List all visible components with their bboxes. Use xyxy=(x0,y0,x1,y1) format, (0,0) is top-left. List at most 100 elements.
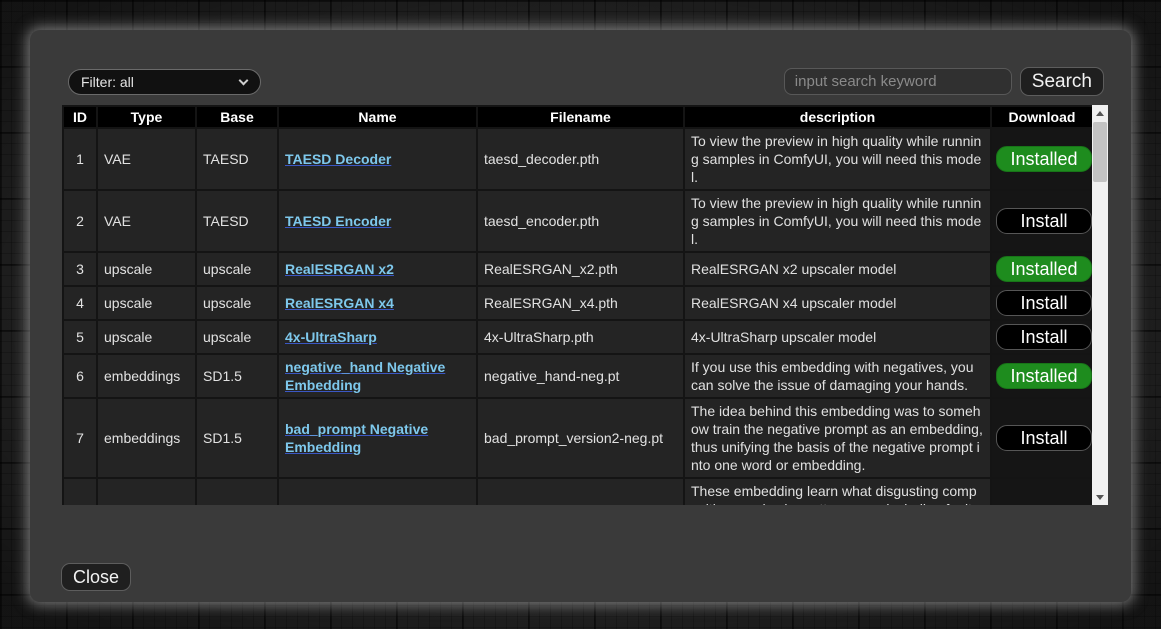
column-header: Filename xyxy=(477,106,684,128)
cell-download: Installed xyxy=(991,354,1093,398)
table-row: 7embeddingsSD1.5bad_prompt Negative Embe… xyxy=(63,398,1093,478)
cell-base: upscale xyxy=(196,286,278,320)
table-scrollbar[interactable] xyxy=(1092,105,1108,505)
column-header: Base xyxy=(196,106,278,128)
cell-base: SD1.5 xyxy=(196,398,278,478)
table-row: 4upscaleupscaleRealESRGAN x4RealESRGAN_x… xyxy=(63,286,1093,320)
cell-filename: taesd_encoder.pth xyxy=(477,190,684,252)
cell-id: 4 xyxy=(63,286,97,320)
cell-download: Installed xyxy=(991,128,1093,190)
cell-download: Install xyxy=(991,398,1093,478)
cell-name: 4x-UltraSharp xyxy=(278,320,477,354)
cell-description: These embedding learn what disgusting co… xyxy=(684,478,991,505)
cell-type xyxy=(97,478,196,505)
scroll-down-button[interactable] xyxy=(1092,489,1108,505)
model-link[interactable]: TAESD Decoder xyxy=(285,151,391,167)
cell-base: upscale xyxy=(196,320,278,354)
search-group: Search xyxy=(784,67,1104,96)
cell-id xyxy=(63,478,97,505)
model-link[interactable]: RealESRGAN x4 xyxy=(285,295,394,311)
table-row: 6embeddingsSD1.5negative_hand Negative E… xyxy=(63,354,1093,398)
cell-download: Install xyxy=(991,190,1093,252)
scroll-down-icon xyxy=(1096,495,1104,500)
column-header: ID xyxy=(63,106,97,128)
installed-button[interactable]: Installed xyxy=(996,363,1092,389)
table-header-row: IDTypeBaseNameFilenamedescriptionDownloa… xyxy=(63,106,1093,128)
cell-download xyxy=(991,478,1093,505)
cell-type: upscale xyxy=(97,286,196,320)
scroll-up-icon xyxy=(1096,111,1104,116)
cell-filename: bad_prompt_version2-neg.pt xyxy=(477,398,684,478)
cell-base: TAESD xyxy=(196,190,278,252)
cell-id: 5 xyxy=(63,320,97,354)
cell-description: RealESRGAN x2 upscaler model xyxy=(684,252,991,286)
cell-filename: taesd_decoder.pth xyxy=(477,128,684,190)
cell-base: SD1.5 xyxy=(196,354,278,398)
models-table-viewport: IDTypeBaseNameFilenamedescriptionDownloa… xyxy=(62,105,1108,505)
install-models-dialog: Filter: all Search IDTypeBaseNameFilenam… xyxy=(30,30,1131,602)
table-body: 1VAETAESDTAESD Decodertaesd_decoder.pthT… xyxy=(63,128,1093,505)
cell-download: Installed xyxy=(991,252,1093,286)
cell-name: TAESD Decoder xyxy=(278,128,477,190)
close-button[interactable]: Close xyxy=(61,563,131,591)
table-row: 1VAETAESD TAESD Decoder taesd_decoder.pthT… xyxy=(63,128,1093,190)
cell-type: upscale xyxy=(97,252,196,286)
install-button[interactable]: Install xyxy=(996,208,1092,234)
cell-id: 7 xyxy=(63,398,97,478)
model-link[interactable]: 4x-UltraSharp xyxy=(285,329,377,345)
cell-id: 6 xyxy=(63,354,97,398)
column-header: Download xyxy=(991,106,1093,128)
installed-button[interactable]: Installed xyxy=(996,256,1092,282)
table-row: 2VAETAESDTAESD Encodertaesd_encoder.pthT… xyxy=(63,190,1093,252)
cell-description: RealESRGAN x4 upscaler model xyxy=(684,286,991,320)
cell-name xyxy=(278,478,477,505)
model-link[interactable]: TAESD Encoder xyxy=(285,213,391,229)
cell-description: 4x-UltraSharp upscaler model xyxy=(684,320,991,354)
cell-description: If you use this embedding with negatives… xyxy=(684,354,991,398)
cell-base: TAESD xyxy=(196,128,278,190)
cell-name: bad_prompt Negative Embedding xyxy=(278,398,477,478)
install-button[interactable]: Install xyxy=(996,324,1092,350)
cell-name: TAESD Encoder xyxy=(278,190,477,252)
cell-description: To view the preview in high quality whil… xyxy=(684,128,991,190)
table-row: 5upscaleupscale4x-UltraSharp4x-UltraShar… xyxy=(63,320,1093,354)
install-button[interactable]: Install xyxy=(996,425,1092,451)
cell-base xyxy=(196,478,278,505)
cell-id: 3 xyxy=(63,252,97,286)
cell-type: embeddings xyxy=(97,354,196,398)
cell-description: To view the preview in high quality whil… xyxy=(684,190,991,252)
scroll-up-button[interactable] xyxy=(1092,105,1108,121)
cell-filename: negative_hand-neg.pt xyxy=(477,354,684,398)
column-header: Name xyxy=(278,106,477,128)
scrollbar-thumb[interactable] xyxy=(1093,122,1107,182)
table-row: 3upscaleupscaleRealESRGAN x2RealESRGAN_x… xyxy=(63,252,1093,286)
column-header: description xyxy=(684,106,991,128)
cell-name: RealESRGAN x4 xyxy=(278,286,477,320)
cell-filename: 4x-UltraSharp.pth xyxy=(477,320,684,354)
installed-button[interactable]: Installed xyxy=(996,146,1092,172)
model-link[interactable]: bad_prompt Negative Embedding xyxy=(285,421,428,455)
cell-base: upscale xyxy=(196,252,278,286)
cell-name: RealESRGAN x2 xyxy=(278,252,477,286)
cell-filename: RealESRGAN_x2.pth xyxy=(477,252,684,286)
cell-type: embeddings xyxy=(97,398,196,478)
model-link[interactable]: negative_hand Negative Embedding xyxy=(285,359,445,393)
cell-type: VAE xyxy=(97,128,196,190)
search-input[interactable] xyxy=(784,68,1012,95)
cell-type: VAE xyxy=(97,190,196,252)
dialog-toolbar: Filter: all Search xyxy=(68,67,1104,96)
cell-description: The idea behind this embedding was to so… xyxy=(684,398,991,478)
model-link[interactable]: RealESRGAN x2 xyxy=(285,261,394,277)
cell-id: 1 xyxy=(63,128,97,190)
search-button[interactable]: Search xyxy=(1020,67,1104,96)
cell-download: Install xyxy=(991,320,1093,354)
install-button[interactable]: Install xyxy=(996,290,1092,316)
column-header: Type xyxy=(97,106,196,128)
cell-filename: RealESRGAN_x4.pth xyxy=(477,286,684,320)
cell-download: Install xyxy=(991,286,1093,320)
models-table: IDTypeBaseNameFilenamedescriptionDownloa… xyxy=(62,105,1094,505)
cell-name: negative_hand Negative Embedding xyxy=(278,354,477,398)
cell-type: upscale xyxy=(97,320,196,354)
filter-select-wrap: Filter: all xyxy=(68,69,261,95)
filter-select[interactable]: Filter: all xyxy=(68,69,261,95)
